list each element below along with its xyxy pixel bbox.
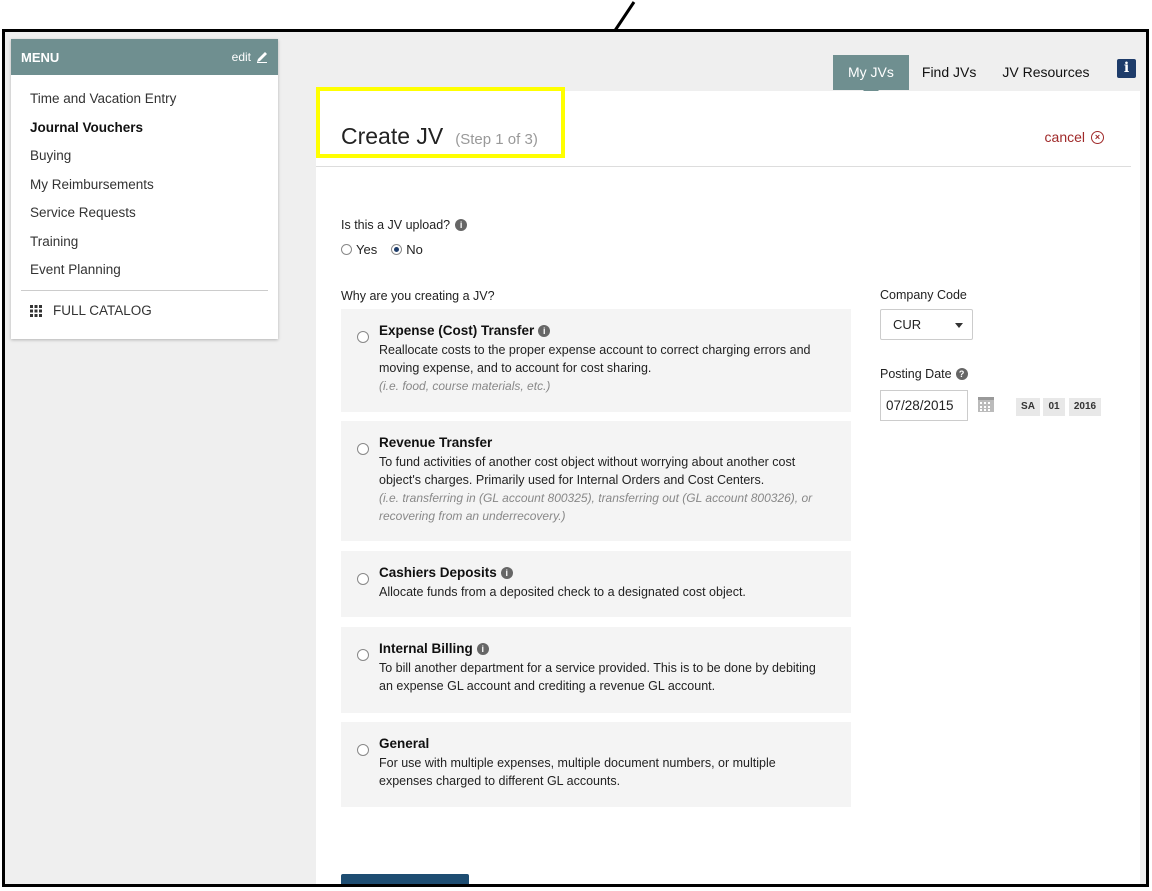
posting-date-label-row: Posting Date ? [880,367,968,381]
option-description: To fund activities of another cost objec… [379,453,829,525]
option-desc-text: To bill another department for a service… [379,661,816,693]
option-title: Expense (Cost) Transfer i [379,323,551,338]
radio-yes[interactable]: Yes [341,242,377,257]
title-row: Create JV (Step 1 of 3) cancel × [316,87,1131,167]
option-radio[interactable] [357,744,369,756]
app-frame: MENU edit Time and Vacation Entry Journa… [2,29,1149,887]
option-title: Internal Billing i [379,641,489,656]
option-internal-billing[interactable]: Internal Billing i To bill another depar… [341,627,851,713]
period-chip-month: 01 [1043,398,1065,416]
page-title: Create JV (Step 1 of 3) [341,123,538,150]
cancel-link[interactable]: cancel × [1045,129,1104,145]
tab-jv-resources[interactable]: JV Resources [989,55,1102,90]
option-revenue-transfer[interactable]: Revenue Transfer To fund activities of a… [341,421,851,541]
info-circle-icon[interactable]: i [500,566,513,579]
radio-no[interactable]: No [391,242,423,257]
menu-header: MENU edit [11,39,278,75]
company-code-select[interactable]: CUR [880,309,973,340]
upload-radio-group: Yes No [341,242,423,257]
option-expense-transfer[interactable]: Expense (Cost) Transfer i Reallocate cos… [341,309,851,412]
menu-item-time-vacation[interactable]: Time and Vacation Entry [11,85,278,114]
option-example: (i.e. transferring in (GL account 800325… [379,491,813,523]
menu-item-service-requests[interactable]: Service Requests [11,199,278,228]
option-title-text: Expense (Cost) Transfer [379,323,535,338]
option-title-text: Revenue Transfer [379,435,493,450]
page-title-text: Create JV [341,123,444,149]
top-nav: My JVs Find JVs JV Resources [833,55,1103,98]
company-code-label: Company Code [880,288,967,302]
continue-button[interactable]: Continue [341,874,469,884]
posting-date-label: Posting Date [880,367,952,381]
upload-question: Is this a JV upload? i [341,218,468,232]
menu-item-buying[interactable]: Buying [11,142,278,171]
menu-item-event-planning[interactable]: Event Planning [11,256,278,285]
radio-yes-button[interactable] [341,244,352,255]
option-description: For use with multiple expenses, multiple… [379,754,829,790]
option-title: General [379,736,429,751]
menu-edit-label: edit [231,50,251,64]
info-circle-icon[interactable]: i [455,219,468,231]
tab-find-jvs[interactable]: Find JVs [909,55,989,90]
option-radio[interactable] [357,649,369,661]
period-chip-sa: SA [1016,398,1040,416]
option-radio[interactable] [357,573,369,585]
question-circle-icon[interactable]: ? [955,368,968,380]
radio-yes-label: Yes [356,242,378,257]
option-radio[interactable] [357,443,369,455]
menu-item-training[interactable]: Training [11,228,278,257]
menu-item-reimbursements[interactable]: My Reimbursements [11,171,278,200]
option-description: To bill another department for a service… [379,659,829,695]
tab-my-jvs[interactable]: My JVs [833,55,909,98]
option-general[interactable]: General For use with multiple expenses, … [341,722,851,807]
create-jv-panel: Create JV (Step 1 of 3) cancel × Is this … [316,87,1140,884]
reason-question-label: Why are you creating a JV? [341,289,495,303]
info-circle-icon[interactable]: i [538,324,551,337]
option-desc-text: For use with multiple expenses, multiple… [379,756,776,788]
radio-no-button[interactable] [391,244,403,255]
step-indicator: (Step 1 of 3) [455,131,538,148]
upload-question-label: Is this a JV upload? [341,218,451,232]
option-example: (i.e. food, course materials, etc.) [379,379,551,393]
menu-title: MENU [21,49,60,65]
cancel-label: cancel [1044,129,1085,145]
period-chip-year: 2016 [1069,398,1101,416]
info-icon[interactable]: i [1117,59,1136,78]
posting-date-input[interactable]: 07/28/2015 [880,390,968,421]
option-title: Cashiers Deposits i [379,565,513,580]
close-circle-icon: × [1091,130,1104,144]
option-title-text: Internal Billing [379,641,473,656]
option-desc-text: Reallocate costs to the proper expense a… [379,343,811,375]
caret-down-icon [955,323,963,328]
option-desc-text: Allocate funds from a deposited check to… [379,585,746,599]
option-radio[interactable] [357,331,369,343]
full-catalog-label: FULL CATALOG [53,303,152,318]
option-title: Revenue Transfer [379,435,492,450]
option-description: Allocate funds from a deposited check to… [379,583,829,601]
info-circle-icon[interactable]: i [476,642,489,655]
option-cashiers-deposits[interactable]: Cashiers Deposits i Allocate funds from … [341,551,851,617]
option-desc-text: To fund activities of another cost objec… [379,455,796,487]
grid-icon [30,304,42,317]
menu-item-journal-vouchers[interactable]: Journal Vouchers [11,114,278,143]
pencil-icon [257,52,267,63]
calendar-icon[interactable] [977,395,995,413]
full-catalog-link[interactable]: FULL CATALOG [11,291,278,331]
option-title-text: General [379,736,430,751]
menu-edit-link[interactable]: edit [232,50,268,64]
option-title-text: Cashiers Deposits [379,565,497,580]
sidebar-menu: MENU edit Time and Vacation Entry Journa… [11,39,278,339]
option-description: Reallocate costs to the proper expense a… [379,341,829,395]
company-code-value: CUR [893,317,922,332]
menu-list: Time and Vacation Entry Journal Vouchers… [11,75,278,331]
radio-no-label: No [406,242,423,257]
